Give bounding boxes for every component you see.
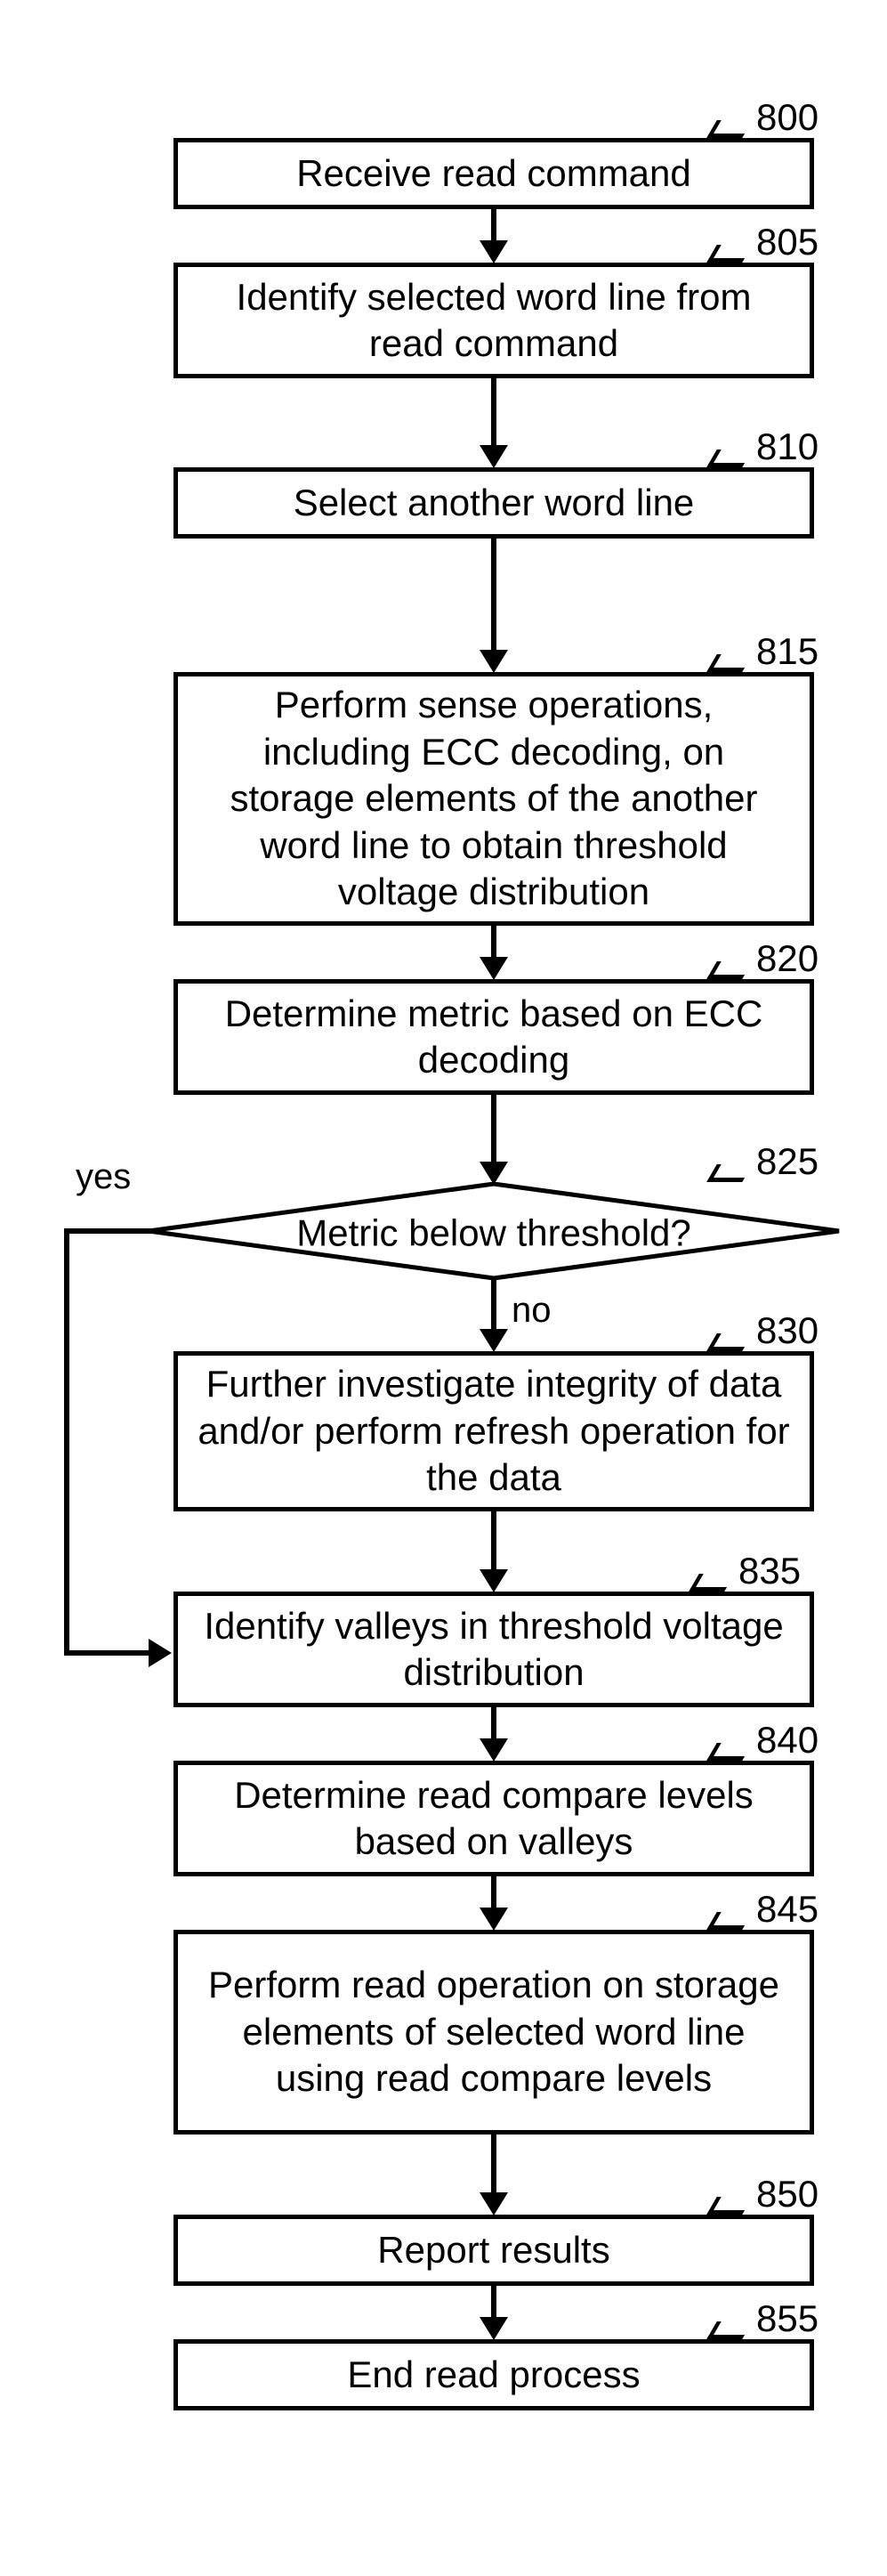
arrow-810-815 xyxy=(491,539,496,654)
node-805-text: Identify selected word line from read co… xyxy=(196,274,792,368)
label-850: 850 xyxy=(756,2173,818,2216)
arrowhead-825-yes xyxy=(149,1639,172,1667)
label-820: 820 xyxy=(756,937,818,980)
node-855-text: End read process xyxy=(347,2352,640,2399)
flowchart-container: 800 Receive read command 805 Identify se… xyxy=(0,0,887,2576)
arrowhead-835-840 xyxy=(480,1738,508,1762)
tick-835 xyxy=(689,1574,735,1592)
node-815: Perform sense operations, including ECC … xyxy=(173,672,814,926)
node-855: End read process xyxy=(173,2339,814,2410)
tick-845 xyxy=(706,1912,753,1930)
arrow-825-yes-v xyxy=(64,1228,69,1656)
arrowhead-815-820 xyxy=(480,957,508,980)
tick-820 xyxy=(706,961,753,979)
node-830-text: Further investigate integrity of data an… xyxy=(196,1361,792,1502)
tick-815 xyxy=(706,654,753,672)
label-835: 835 xyxy=(738,1550,801,1592)
arrow-845-850 xyxy=(491,2135,496,2197)
node-800-text: Receive read command xyxy=(296,150,691,198)
arrow-825-yes-h2 xyxy=(64,1650,153,1656)
branch-no: no xyxy=(512,1291,552,1331)
label-840: 840 xyxy=(756,1719,818,1762)
node-810: Select another word line xyxy=(173,467,814,539)
arrow-830-835 xyxy=(491,1511,496,1574)
node-850-text: Report results xyxy=(377,2227,609,2274)
node-825-text: Metric below threshold? xyxy=(147,1211,841,1254)
arrowhead-840-845 xyxy=(480,1908,508,1931)
tick-830 xyxy=(706,1333,753,1351)
node-835: Identify valleys in threshold voltage di… xyxy=(173,1592,814,1707)
tick-825 xyxy=(706,1164,753,1182)
node-820: Determine metric based on ECC decoding xyxy=(173,979,814,1095)
label-805: 805 xyxy=(756,221,818,263)
node-845: Perform read operation on storage elemen… xyxy=(173,1930,814,2135)
branch-yes: yes xyxy=(76,1157,131,1197)
arrowhead-830-835 xyxy=(480,1569,508,1592)
tick-800 xyxy=(706,120,753,138)
arrow-850-855 xyxy=(491,2286,496,2321)
node-815-text: Perform sense operations, including ECC … xyxy=(196,682,792,916)
node-810-text: Select another word line xyxy=(294,480,695,527)
arrow-815-820 xyxy=(491,926,496,961)
arrowhead-805-810 xyxy=(480,445,508,468)
node-840: Determine read compare levels based on v… xyxy=(173,1761,814,1876)
node-820-text: Determine metric based on ECC decoding xyxy=(196,991,792,1084)
arrowhead-825-830 xyxy=(480,1329,508,1352)
arrow-820-825 xyxy=(491,1095,496,1166)
label-830: 830 xyxy=(756,1309,818,1352)
label-800: 800 xyxy=(756,96,818,139)
arrowhead-845-850 xyxy=(480,2192,508,2216)
node-835-text: Identify valleys in threshold voltage di… xyxy=(196,1603,792,1697)
node-845-text: Perform read operation on storage elemen… xyxy=(196,1962,792,2102)
node-830: Further investigate integrity of data an… xyxy=(173,1351,814,1511)
tick-840 xyxy=(706,1743,753,1761)
arrow-800-805 xyxy=(491,209,496,245)
arrow-825-yes-h xyxy=(64,1228,153,1234)
label-855: 855 xyxy=(756,2297,818,2340)
tick-810 xyxy=(706,450,753,467)
label-815: 815 xyxy=(756,630,818,673)
arrow-840-845 xyxy=(491,1876,496,1912)
arrowhead-850-855 xyxy=(480,2317,508,2340)
tick-850 xyxy=(706,2197,753,2215)
label-810: 810 xyxy=(756,425,818,468)
arrowhead-800-805 xyxy=(480,240,508,263)
node-850: Report results xyxy=(173,2215,814,2286)
node-840-text: Determine read compare levels based on v… xyxy=(196,1772,792,1866)
label-845: 845 xyxy=(756,1888,818,1931)
node-805: Identify selected word line from read co… xyxy=(173,263,814,378)
tick-855 xyxy=(706,2321,753,2339)
arrow-835-840 xyxy=(491,1707,496,1743)
arrowhead-810-815 xyxy=(480,650,508,673)
tick-805 xyxy=(706,245,753,263)
arrow-805-810 xyxy=(491,378,496,450)
node-825: Metric below threshold? xyxy=(147,1182,841,1280)
arrow-825-830 xyxy=(491,1280,496,1333)
node-800: Receive read command xyxy=(173,138,814,209)
label-825: 825 xyxy=(756,1140,818,1183)
